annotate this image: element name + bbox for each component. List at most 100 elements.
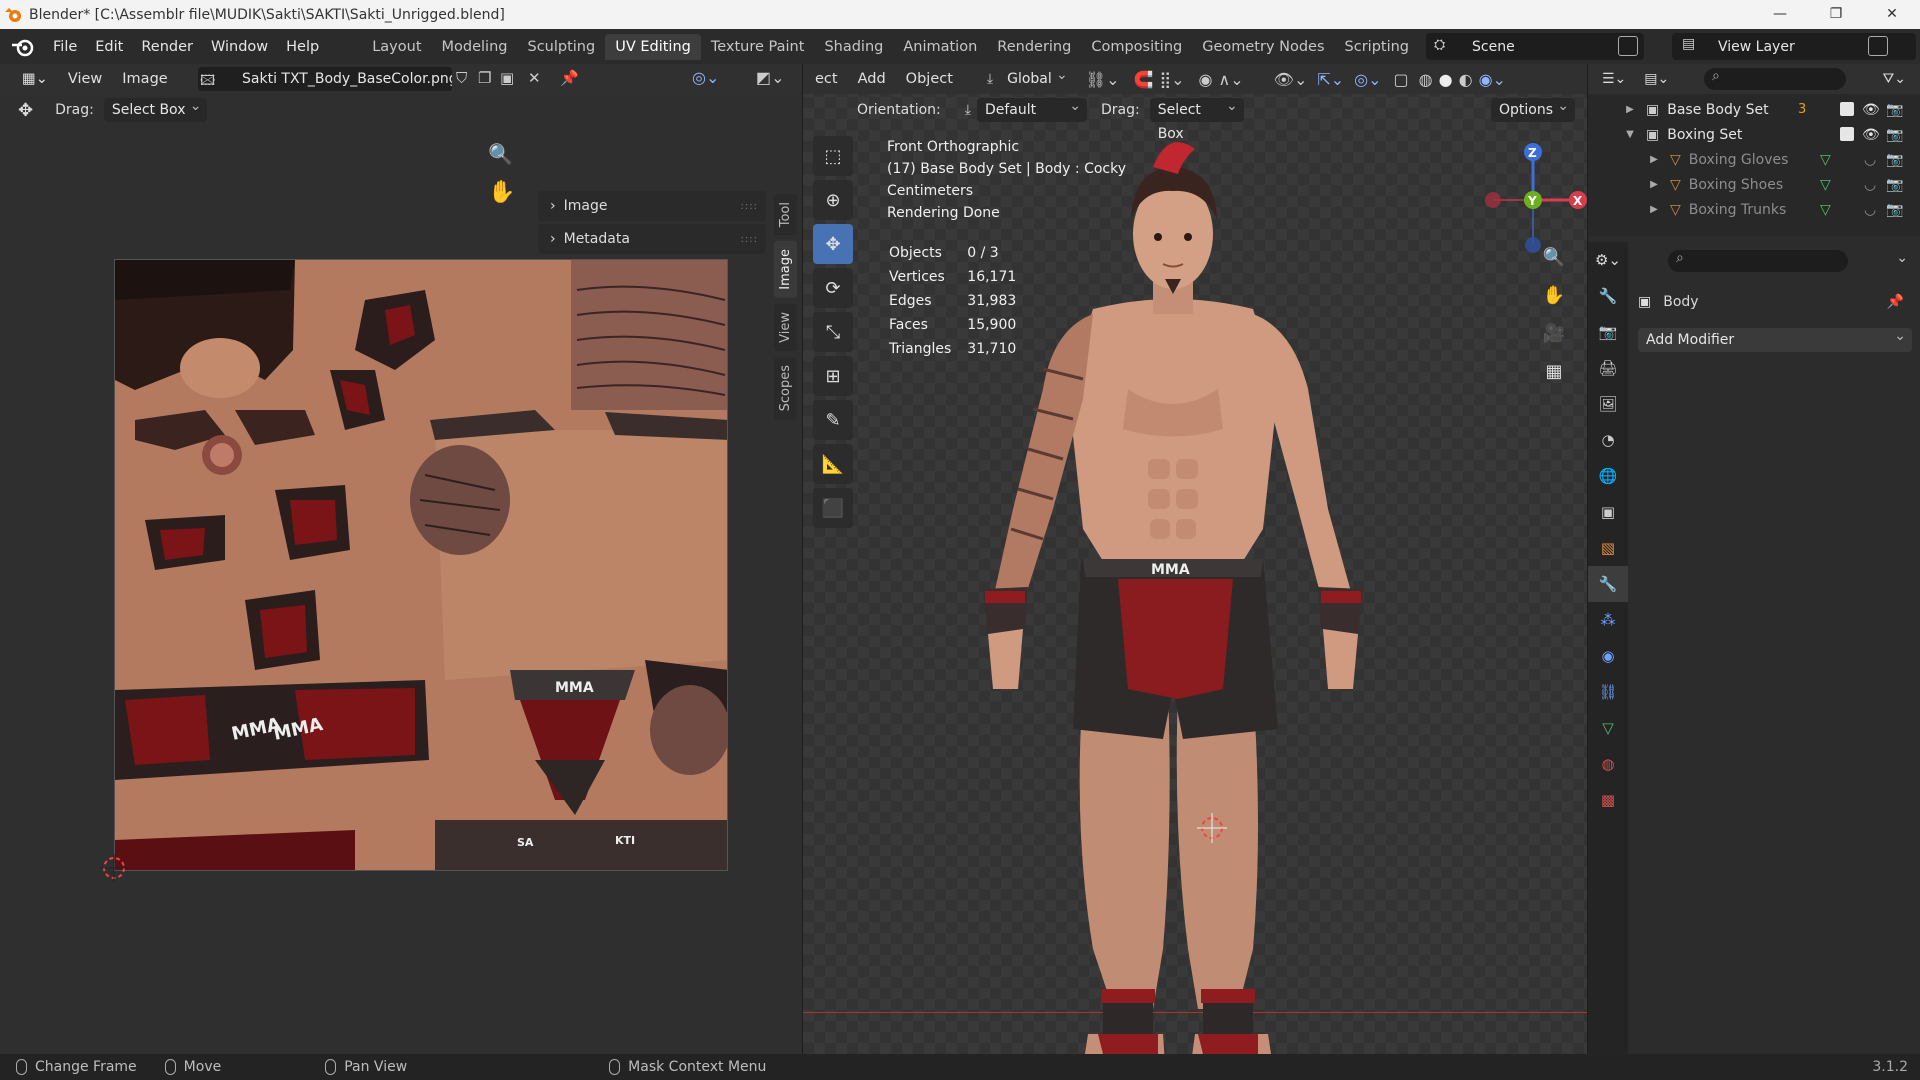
tab-uv-editing[interactable]: UV Editing bbox=[605, 33, 701, 60]
modifier-tab-icon[interactable]: 🔧 bbox=[1588, 566, 1628, 602]
tab-view[interactable]: View bbox=[774, 303, 797, 351]
drag-select-dropdown[interactable]: Select Box bbox=[1149, 94, 1244, 142]
duplicate-image-icon[interactable]: ❐ bbox=[478, 69, 491, 87]
pin-icon[interactable]: 📌 bbox=[1887, 294, 1904, 310]
tab-layout[interactable]: Layout bbox=[362, 34, 431, 60]
tab-texture-paint[interactable]: Texture Paint bbox=[701, 34, 815, 60]
transform-global-dropdown[interactable]: Global bbox=[999, 63, 1074, 91]
hidden-eye-icon[interactable]: ◡ bbox=[1864, 177, 1876, 193]
filter-icon[interactable]: ⛛⌄ bbox=[1883, 71, 1907, 87]
annotate-tool[interactable]: ✎ bbox=[813, 400, 853, 440]
expand-arrow-icon[interactable]: ▶ bbox=[1622, 104, 1638, 115]
display-channels-icon[interactable]: ◩⌄ bbox=[756, 68, 785, 87]
material-shading-icon[interactable]: ◐ bbox=[1459, 70, 1473, 89]
expand-arrow-icon[interactable]: ▶ bbox=[1646, 154, 1662, 165]
outliner-item[interactable]: ▼ ▣ Boxing Set 👁 📷 bbox=[1588, 122, 1920, 147]
outliner-item[interactable]: ▶ ▣ Base Body Set 3 👁 📷 bbox=[1588, 97, 1920, 122]
move-tool-icon[interactable]: ✥ bbox=[18, 100, 33, 121]
open-image-icon[interactable]: ▣ bbox=[500, 69, 514, 87]
view-layer-tab-icon[interactable]: 🖼 bbox=[1588, 386, 1628, 422]
proportional-edit-icon[interactable]: ◉ bbox=[1199, 70, 1213, 89]
menu-object[interactable]: Object bbox=[896, 71, 963, 87]
tab-scripting[interactable]: Scripting bbox=[1335, 34, 1419, 60]
outliner-item[interactable]: ▶ ▽ Boxing Trunks ▽ ◡ 📷 bbox=[1588, 197, 1920, 222]
falloff-icon[interactable]: ∧⌄ bbox=[1219, 70, 1244, 89]
zoom-icon[interactable]: 🔍 bbox=[1539, 242, 1569, 272]
uv-texture-image[interactable]: MMA MMA MMA SA KTI bbox=[114, 259, 728, 871]
outliner-editor-icon[interactable]: ☰⌄ bbox=[1602, 71, 1626, 87]
camera-icon[interactable]: 📷 bbox=[1886, 102, 1903, 118]
ortho-grid-icon[interactable]: ▦ bbox=[1539, 356, 1569, 386]
blender-logo-icon[interactable] bbox=[10, 36, 38, 58]
tab-scopes[interactable]: Scopes bbox=[774, 356, 797, 420]
eye-icon[interactable]: 👁 bbox=[1862, 127, 1880, 143]
editor-type-icon[interactable]: ▦⌄ bbox=[12, 71, 58, 87]
tab-tool[interactable]: Tool bbox=[774, 194, 797, 236]
camera-icon[interactable]: 📷 bbox=[1886, 127, 1903, 143]
rendered-shading-icon[interactable]: ◉⌄ bbox=[1479, 70, 1506, 89]
measure-tool[interactable]: 📐 bbox=[813, 444, 853, 484]
camera-icon[interactable]: 📷 bbox=[1886, 202, 1903, 218]
fake-user-shield-icon[interactable]: ⛉ bbox=[456, 69, 467, 87]
panel-metadata[interactable]: › Metadata :::: bbox=[538, 224, 766, 254]
scene-selector[interactable]: ⛭ Scene bbox=[1426, 33, 1644, 60]
options-dropdown[interactable]: Options bbox=[1490, 94, 1575, 122]
tab-sculpting[interactable]: Sculpting bbox=[517, 34, 605, 60]
pivot-icon[interactable]: ⛓⌄ bbox=[1086, 70, 1120, 89]
outliner-item[interactable]: ▶ ▽ Boxing Gloves ▽ ◡ 📷 bbox=[1588, 147, 1920, 172]
add-cube-tool[interactable]: ⬛ bbox=[813, 488, 853, 528]
image-browse-icon[interactable]: 🖾 bbox=[200, 70, 215, 94]
overlay-toggle-icon[interactable]: ◎⌄ bbox=[1354, 70, 1381, 89]
hidden-eye-icon[interactable]: ◡ bbox=[1864, 202, 1876, 218]
3d-viewport[interactable]: ect Add Object ⤓ Global ⛓⌄ 🧲 ⣿⌄ ◉ ∧⌄ 👁⌄ … bbox=[803, 63, 1587, 1067]
close-button[interactable]: ✕ bbox=[1864, 0, 1920, 29]
overlays-icon[interactable]: ◎⌄ bbox=[692, 68, 719, 87]
menu-window[interactable]: Window bbox=[202, 39, 277, 55]
menu-render[interactable]: Render bbox=[132, 39, 202, 55]
unlink-image-icon[interactable]: ✕ bbox=[528, 69, 541, 87]
eye-icon[interactable]: 👁 bbox=[1862, 102, 1880, 118]
restore-button[interactable]: ❐ bbox=[1808, 0, 1864, 29]
outliner-search-input[interactable]: ⌕ bbox=[1704, 68, 1846, 90]
checkbox[interactable] bbox=[1840, 102, 1854, 116]
menu-add[interactable]: Add bbox=[848, 71, 896, 87]
display-mode-icon[interactable]: ▤⌄ bbox=[1644, 71, 1669, 87]
menu-view[interactable]: View bbox=[58, 71, 112, 87]
image-datablock-field[interactable]: Sakti TXT_Body_BaseColor.png bbox=[198, 67, 452, 91]
drag-grip-icon[interactable]: :::: bbox=[741, 234, 758, 245]
solid-shading-icon[interactable]: ● bbox=[1439, 70, 1453, 89]
properties-search-input[interactable]: ⌕ bbox=[1668, 250, 1848, 272]
scene-tab-icon[interactable]: ◔ bbox=[1588, 422, 1628, 458]
navigation-gizmo[interactable]: Z X Y bbox=[1473, 140, 1593, 260]
pan-hand-icon[interactable]: ✋ bbox=[488, 180, 515, 205]
xray-icon[interactable]: ▢ bbox=[1394, 70, 1409, 89]
drag-select-dropdown[interactable]: Select Box bbox=[103, 94, 208, 122]
snap-target-icon[interactable]: ⣿⌄ bbox=[1159, 70, 1184, 89]
drag-grip-icon[interactable]: :::: bbox=[741, 201, 758, 212]
view-layer-selector[interactable]: ▤ View Layer bbox=[1672, 33, 1916, 60]
scale-tool[interactable]: ⤡ bbox=[813, 312, 853, 352]
orientation-dropdown[interactable]: Default bbox=[976, 94, 1087, 122]
outliner-item[interactable]: ▶ ▽ Boxing Shoes ▽ ◡ 📷 bbox=[1588, 172, 1920, 197]
world-tab-icon[interactable]: 🌐 bbox=[1588, 458, 1628, 494]
camera-icon[interactable]: 📷 bbox=[1886, 177, 1903, 193]
material-tab-icon[interactable]: ◍ bbox=[1588, 746, 1628, 782]
tab-animation[interactable]: Animation bbox=[893, 34, 987, 60]
menu-help[interactable]: Help bbox=[277, 39, 328, 55]
snap-icon[interactable]: 🧲 bbox=[1134, 70, 1154, 89]
collection-tab-icon[interactable]: ▣ bbox=[1588, 494, 1628, 530]
wireframe-shading-icon[interactable]: ◍ bbox=[1419, 70, 1433, 89]
output-tab-icon[interactable]: 🖨 bbox=[1588, 350, 1628, 386]
menu-select[interactable]: ect bbox=[805, 71, 848, 87]
checkbox[interactable] bbox=[1840, 127, 1854, 141]
move-tool[interactable]: ✥ bbox=[813, 224, 853, 264]
chevron-down-icon[interactable]: ⌄ bbox=[1896, 250, 1908, 266]
render-tab-icon[interactable]: 📷 bbox=[1588, 314, 1628, 350]
add-modifier-dropdown[interactable]: Add Modifier bbox=[1638, 324, 1912, 352]
texture-tab-icon[interactable]: ▩ bbox=[1588, 782, 1628, 818]
tab-image[interactable]: Image bbox=[774, 241, 797, 298]
rotate-tool[interactable]: ⟳ bbox=[813, 268, 853, 308]
tab-shading[interactable]: Shading bbox=[814, 34, 893, 60]
camera-icon[interactable]: 📷 bbox=[1886, 152, 1903, 168]
select-box-tool[interactable]: ⬚ bbox=[813, 136, 853, 176]
